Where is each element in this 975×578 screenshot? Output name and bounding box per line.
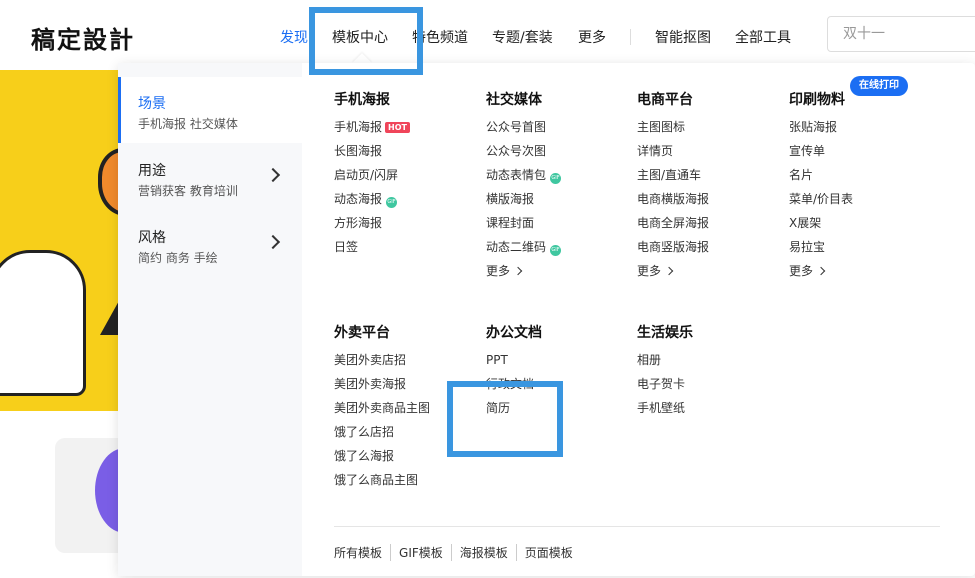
menu-item[interactable]: 电商竖版海报 [637, 235, 787, 259]
menu-item[interactable]: 张贴海报 [789, 115, 939, 139]
menu-item[interactable]: 电商全屏海报 [637, 211, 787, 235]
highlight-box-template-center [309, 7, 423, 75]
menu-item[interactable]: X展架 [789, 211, 939, 235]
menu-item[interactable]: 手机海报 HOT [334, 115, 484, 139]
column-heading: 电商平台 [637, 92, 693, 108]
chevron-right-icon [265, 234, 281, 250]
nav-topics-sets[interactable]: 专题/套装 [492, 27, 553, 47]
search-input[interactable]: 双十一 [827, 16, 975, 52]
menu-item[interactable]: 主图/直通车 [637, 163, 787, 187]
footer-divider [334, 526, 940, 527]
column-heading: 外卖平台 [334, 325, 390, 341]
more-link[interactable]: 更多 [789, 259, 939, 283]
more-link[interactable]: 更多 [637, 259, 787, 283]
menu-item[interactable]: 主图图标 [637, 115, 787, 139]
menu-item[interactable]: 课程封面 [486, 211, 636, 235]
menu-item[interactable]: 长图海报 [334, 139, 484, 163]
sidebar-item-subtitle: 手机海报 社交媒体 [138, 117, 238, 131]
menu-item-label: 动态海报 [334, 192, 383, 206]
sidebar-item-scene[interactable]: 场景 手机海报 社交媒体 [118, 77, 302, 143]
menu-item[interactable]: 饿了么商品主图 [334, 468, 484, 492]
chevron-right-icon [513, 266, 523, 276]
menu-item[interactable]: 宣传单 [789, 139, 939, 163]
menu-item[interactable]: PPT [486, 348, 636, 372]
menu-item-label: 手机海报 [334, 120, 383, 134]
column-lifestyle: 生活娱乐 相册 电子贺卡 手机壁纸 [637, 322, 787, 420]
chevron-right-icon [664, 266, 674, 276]
column-mobile-poster: 手机海报 手机海报 HOT 长图海报 启动页/闪屏 动态海报 GIF 方形海报 日签 [334, 89, 484, 259]
gif-badge-icon: GIF [550, 173, 562, 184]
footer-link-all-templates[interactable]: 所有模板 [334, 544, 390, 561]
nav-divider [630, 29, 631, 45]
sidebar-item-style[interactable]: 风格 简约 商务 手绘 [118, 211, 302, 277]
menu-item[interactable]: 详情页 [637, 139, 787, 163]
nav-smart-cutout[interactable]: 智能抠图 [655, 27, 711, 47]
nav-all-tools[interactable]: 全部工具 [735, 27, 791, 47]
column-heading: 手机海报 [334, 92, 390, 108]
template-dropdown-panel: 场景 手机海报 社交媒体 用途 营销获客 教育培训 风格 简约 商务 手绘 在线… [118, 63, 975, 576]
footer-link-gif-templates[interactable]: GIF模板 [390, 544, 451, 561]
sidebar-item-subtitle: 营销获客 教育培训 [138, 184, 238, 198]
footer-link-page-templates[interactable]: 页面模板 [515, 544, 581, 561]
menu-item[interactable]: 电商横版海报 [637, 187, 787, 211]
more-link[interactable]: 更多 [486, 259, 636, 283]
nav-discover[interactable]: 发现 [280, 27, 308, 47]
column-heading: 印刷物料 [789, 92, 845, 108]
menu-item[interactable]: 电子贺卡 [637, 372, 787, 396]
menu-item[interactable]: 方形海报 [334, 211, 484, 235]
menu-item[interactable]: 相册 [637, 348, 787, 372]
gif-badge-icon: GIF [550, 245, 562, 256]
more-label: 更多 [789, 264, 814, 278]
menu-item[interactable]: 易拉宝 [789, 235, 939, 259]
menu-item-label: 动态表情包 [486, 168, 547, 182]
template-footer-links: 所有模板 GIF模板 海报模板 页面模板 [334, 544, 581, 561]
menu-item[interactable]: 启动页/闪屏 [334, 163, 484, 187]
gif-badge-icon: GIF [386, 197, 398, 208]
chevron-right-icon [816, 266, 826, 276]
column-heading: 办公文档 [486, 325, 542, 341]
sidebar-item-purpose[interactable]: 用途 营销获客 教育培训 [118, 144, 302, 210]
menu-item[interactable]: 动态海报 GIF [334, 187, 484, 211]
column-ecommerce: 电商平台 主图图标 详情页 主图/直通车 电商横版海报 电商全屏海报 电商竖版海… [637, 89, 787, 283]
column-heading: 社交媒体 [486, 92, 542, 108]
menu-item[interactable]: 美团外卖店招 [334, 348, 484, 372]
nav-more[interactable]: 更多 [578, 27, 606, 47]
banner-hand-illustration [0, 250, 86, 396]
menu-item-label: 动态二维码 [486, 240, 547, 254]
column-social-media: 社交媒体 公众号首图 公众号次图 动态表情包 GIF 横版海报 课程封面 动态二维… [486, 89, 636, 283]
chevron-right-icon [265, 167, 281, 183]
menu-item[interactable]: 动态表情包 GIF [486, 163, 636, 187]
menu-item[interactable]: 日签 [334, 235, 484, 259]
footer-link-poster-templates[interactable]: 海报模板 [450, 544, 516, 561]
sidebar-item-subtitle: 简约 商务 手绘 [138, 251, 218, 265]
more-label: 更多 [486, 264, 511, 278]
menu-item[interactable]: 公众号次图 [486, 139, 636, 163]
category-sidebar: 场景 手机海报 社交媒体 用途 营销获客 教育培训 风格 简约 商务 手绘 [118, 63, 302, 576]
sidebar-item-title: 场景 [138, 96, 166, 112]
menu-item[interactable]: 横版海报 [486, 187, 636, 211]
menu-item[interactable]: 菜单/价目表 [789, 187, 939, 211]
menu-item[interactable]: 公众号首图 [486, 115, 636, 139]
hot-badge: HOT [385, 122, 410, 133]
sidebar-item-title: 用途 [138, 163, 166, 179]
site-logo[interactable]: 稿定設計 [31, 20, 135, 55]
more-label: 更多 [637, 264, 662, 278]
column-heading: 生活娱乐 [637, 325, 693, 341]
sidebar-item-title: 风格 [138, 230, 166, 246]
menu-item[interactable]: 名片 [789, 163, 939, 187]
menu-item[interactable]: 动态二维码 GIF [486, 235, 636, 259]
highlight-box-resume [447, 381, 563, 457]
column-print-materials: 印刷物料 张贴海报 宣传单 名片 菜单/价目表 X展架 易拉宝 更多 [789, 89, 939, 283]
menu-item[interactable]: 手机壁纸 [637, 396, 787, 420]
